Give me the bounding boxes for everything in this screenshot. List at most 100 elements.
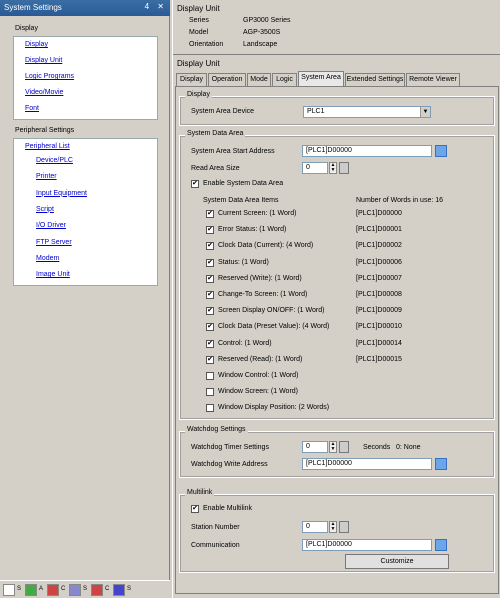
tab-remote-viewer[interactable]: Remote Viewer — [406, 73, 460, 86]
sda-item-address: [PLC1]D00000 — [356, 210, 402, 217]
sda-item-address: [PLC1]D00007 — [356, 274, 402, 282]
taskbar-icon[interactable] — [91, 584, 103, 596]
peripheral-link[interactable]: Script — [36, 206, 54, 213]
enable-sda-label: Enable System Data Area — [203, 180, 284, 187]
display-link[interactable]: Display — [25, 41, 48, 48]
sda-item-checkbox[interactable]: ✔ — [206, 339, 214, 348]
keypad-icon[interactable] — [339, 162, 349, 174]
tab-system-area[interactable]: System Area — [298, 71, 344, 86]
header-divider — [173, 54, 500, 55]
keypad-icon[interactable] — [339, 441, 349, 453]
sda-item-label: Error Status: (1 Word) — [218, 226, 287, 234]
watchdog-none-note: 0: None — [396, 444, 421, 451]
sda-item-label: Change-To Screen: (1 Word) — [218, 291, 308, 298]
tab-extended-settings[interactable]: Extended Settings — [345, 73, 405, 86]
system-area-device-value: PLC1 — [307, 108, 325, 115]
watchdog-timer-input[interactable]: 0 — [302, 441, 328, 453]
taskbar-label: A — [39, 586, 44, 592]
sda-item-checkbox[interactable]: ✔ — [206, 307, 214, 316]
peripheral-link[interactable]: I/O Driver — [36, 222, 66, 229]
header-key: Series — [189, 17, 209, 24]
sda-item-checkbox[interactable]: ✔ — [206, 291, 214, 299]
taskbar-icon[interactable] — [113, 584, 125, 596]
taskbar-icon[interactable] — [47, 584, 59, 596]
communication-label: Communication — [191, 542, 240, 549]
pane-title-buttons[interactable]: 4 ✕ — [145, 2, 167, 11]
sda-item-checkbox[interactable]: ✔ — [206, 226, 214, 235]
display-link[interactable]: Video/Movie — [25, 89, 63, 96]
read-area-size-stepper[interactable]: ▲ ▼ — [329, 162, 337, 174]
multilink-title: Multilink — [185, 489, 215, 496]
sda-item-checkbox[interactable]: ✔ — [206, 355, 214, 364]
peripheral-list-link[interactable]: Peripheral List — [25, 143, 70, 150]
header-key: Model — [189, 29, 209, 36]
sda-item-checkbox[interactable]: ✔ — [206, 210, 214, 218]
watchdog-write-label: Watchdog Write Address — [191, 461, 268, 468]
sda-item-label: Control: (1 Word) — [218, 339, 272, 347]
watchdog-group — [179, 431, 495, 478]
taskbar-icon[interactable] — [25, 584, 37, 596]
sda-item-address: [PLC1]D00009 — [356, 307, 402, 315]
peripheral-links-panel — [13, 138, 158, 286]
sda-item-checkbox[interactable] — [206, 372, 214, 380]
system-settings-pane: System Settings 4 ✕ Display Peripheral S… — [0, 0, 170, 598]
tab-logic[interactable]: Logic — [272, 73, 297, 86]
sda-item-label: Screen Display ON/OFF: (1 Word) — [218, 307, 325, 315]
display-link[interactable]: Logic Programs — [25, 73, 74, 80]
keypad-icon[interactable] — [339, 521, 349, 533]
sda-item-checkbox[interactable]: ✔ — [206, 323, 214, 332]
sda-item-address: [PLC1]D00015 — [356, 355, 402, 363]
sda-item-checkbox[interactable] — [206, 404, 214, 413]
watchdog-timer-stepper[interactable]: ▲ ▼ — [329, 441, 337, 453]
watchdog-title: Watchdog Settings — [185, 426, 248, 433]
enable-multilink-checkbox[interactable]: ✔ — [191, 505, 199, 513]
peripheral-link[interactable]: Image Unit — [36, 271, 70, 278]
peripheral-link[interactable]: FTP Server — [36, 239, 72, 246]
start-address-input[interactable]: [PLC1]D00000 — [302, 145, 432, 157]
sda-item-checkbox[interactable] — [206, 388, 214, 397]
station-number-stepper[interactable]: ▲ ▼ — [329, 521, 337, 533]
display-link[interactable]: Font — [25, 105, 39, 112]
read-area-size-input[interactable]: 0 — [302, 162, 328, 174]
tab-operation[interactable]: Operation — [208, 73, 246, 86]
display-link[interactable]: Display Unit — [25, 57, 62, 64]
customize-button[interactable]: Customize — [345, 554, 449, 569]
pane-taskbar: SACSCS — [0, 580, 170, 598]
sda-item-label: Status: (1 Word) — [218, 258, 269, 266]
station-number-input[interactable]: 0 — [302, 521, 328, 533]
sda-item-address: [PLC1]D00002 — [356, 242, 402, 250]
address-picker-icon[interactable] — [435, 145, 447, 157]
address-picker-icon[interactable] — [435, 458, 447, 470]
enable-multilink-label: Enable Multilink — [203, 505, 253, 512]
system-data-area-title: System Data Area — [185, 130, 246, 137]
watchdog-write-input[interactable]: [PLC1]D00000 — [302, 458, 432, 470]
header-value: AGP-3500S — [243, 29, 281, 36]
sda-item-label: Clock Data (Current): (4 Word) — [218, 242, 314, 250]
watchdog-timer-label: Watchdog Timer Settings — [191, 444, 269, 451]
chevron-down-icon[interactable]: ▼ — [420, 107, 430, 117]
peripheral-link[interactable]: Input Equipment — [36, 190, 87, 197]
read-area-size-label: Read Area Size — [191, 165, 240, 172]
system-area-device-select[interactable]: PLC1 ▼ — [303, 106, 431, 118]
tab-mode[interactable]: Mode — [247, 73, 271, 86]
peripheral-link[interactable]: Modem — [36, 255, 59, 262]
sda-item-label: Reserved (Read): (1 Word) — [218, 355, 303, 363]
taskbar-icon[interactable] — [69, 584, 81, 596]
communication-input[interactable]: [PLC1]D00000 — [302, 539, 432, 551]
peripheral-link[interactable]: Printer — [36, 173, 57, 180]
address-picker-icon[interactable] — [435, 539, 447, 551]
sda-item-checkbox[interactable]: ✔ — [206, 242, 214, 251]
start-address-label: System Area Start Address — [191, 148, 275, 155]
sda-item-label: Reserved (Write): (1 Word) — [218, 274, 302, 282]
sda-item-label: Clock Data (Preset Value): (4 Word) — [218, 323, 330, 331]
peripheral-link[interactable]: Device/PLC — [36, 157, 73, 164]
display-group-title: Display — [185, 91, 212, 98]
taskbar-icon[interactable] — [3, 584, 15, 596]
sda-item-checkbox[interactable]: ✔ — [206, 258, 214, 267]
sda-item-address: [PLC1]D00006 — [356, 258, 402, 266]
sda-item-checkbox[interactable]: ✔ — [206, 274, 214, 283]
tab-display[interactable]: Display — [176, 73, 207, 86]
enable-sda-checkbox[interactable]: ✔ — [191, 180, 199, 188]
sda-item-label: Current Screen: (1 Word) — [218, 210, 297, 217]
taskbar-label: S — [127, 586, 132, 592]
